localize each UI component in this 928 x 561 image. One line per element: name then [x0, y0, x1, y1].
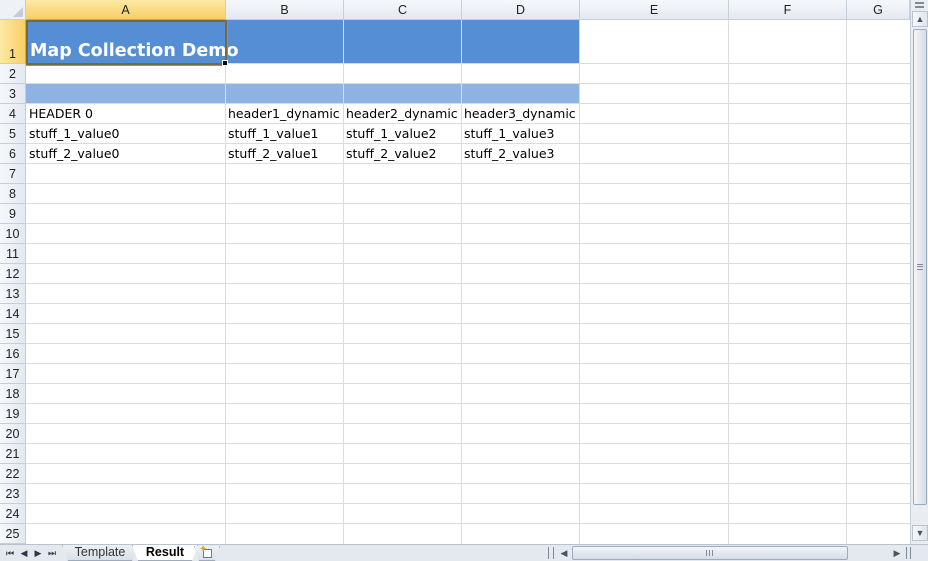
gridline — [26, 303, 910, 304]
gridline — [26, 343, 910, 344]
fill-handle[interactable] — [222, 60, 228, 66]
gridline — [26, 423, 910, 424]
row-header-24[interactable]: 24 — [0, 504, 26, 524]
cell-b5[interactable]: stuff_1_value1 — [225, 124, 343, 144]
first-sheet-button[interactable]: ⏮ — [4, 546, 16, 560]
gridline — [26, 523, 910, 524]
row-header-4[interactable]: 4 — [0, 104, 26, 124]
cell-c6[interactable]: stuff_2_value2 — [343, 144, 461, 164]
row-header-14[interactable]: 14 — [0, 304, 26, 324]
cell-a5[interactable]: stuff_1_value0 — [26, 124, 225, 144]
row-header-15[interactable]: 15 — [0, 324, 26, 344]
row-header-6[interactable]: 6 — [0, 144, 26, 164]
gridline — [225, 20, 226, 544]
row-header-23[interactable]: 23 — [0, 484, 26, 504]
row-header-17[interactable]: 17 — [0, 364, 26, 384]
insert-sheet-button[interactable]: ✦ — [194, 546, 220, 561]
cell-d4[interactable]: header3_dynamic — [461, 104, 591, 124]
gridline — [26, 203, 910, 204]
subtitle-band — [26, 84, 580, 103]
cell-b6[interactable]: stuff_2_value1 — [225, 144, 343, 164]
scroll-up-button[interactable]: ▲ — [912, 11, 928, 27]
gridline — [26, 243, 910, 244]
row-header-22[interactable]: 22 — [0, 464, 26, 484]
gridline — [26, 223, 910, 224]
vertical-split-handle[interactable] — [915, 2, 924, 8]
row-header-1[interactable]: 1 — [0, 20, 26, 64]
cell-d6[interactable]: stuff_2_value3 — [461, 144, 579, 164]
vertical-scroll-thumb[interactable] — [913, 29, 927, 505]
cell-a6[interactable]: stuff_2_value0 — [26, 144, 225, 164]
column-header-b[interactable]: B — [226, 0, 344, 20]
row-header-18[interactable]: 18 — [0, 384, 26, 404]
row-header-2[interactable]: 2 — [0, 64, 26, 84]
gridline — [26, 183, 910, 184]
column-header-g[interactable]: G — [847, 0, 910, 20]
scroll-right-button[interactable]: ▶ — [890, 546, 904, 560]
tab-result[interactable]: Result — [132, 545, 198, 561]
cell-d5[interactable]: stuff_1_value3 — [461, 124, 579, 144]
column-header-row: A B C D E F G — [0, 0, 910, 20]
gridline — [26, 463, 910, 464]
gridline — [846, 20, 847, 544]
gridline — [26, 263, 910, 264]
prev-sheet-button[interactable]: ◀ — [18, 546, 30, 560]
cell-c5[interactable]: stuff_1_value2 — [343, 124, 461, 144]
column-header-a[interactable]: A — [26, 0, 226, 20]
select-all-button[interactable] — [0, 0, 26, 20]
gridline — [461, 20, 462, 544]
tab-split-handle[interactable] — [548, 547, 554, 559]
tab-template[interactable]: Template — [62, 545, 138, 561]
gridline — [26, 443, 910, 444]
column-header-d[interactable]: D — [462, 0, 580, 20]
next-sheet-button[interactable]: ▶ — [32, 546, 44, 560]
gridline — [26, 283, 910, 284]
row-header-5[interactable]: 5 — [0, 124, 26, 144]
row-header-3[interactable]: 3 — [0, 84, 26, 104]
row-header-8[interactable]: 8 — [0, 184, 26, 204]
gridline — [26, 83, 910, 84]
column-header-c[interactable]: C — [344, 0, 462, 20]
cell-c4[interactable]: header2_dynamic — [343, 104, 461, 124]
scroll-down-button[interactable]: ▼ — [912, 525, 928, 541]
gridline — [26, 323, 910, 324]
row-header-11[interactable]: 11 — [0, 244, 26, 264]
row-header-13[interactable]: 13 — [0, 284, 26, 304]
row-header-20[interactable]: 20 — [0, 424, 26, 444]
cell-grid[interactable]: Map Collection Demo HEADER 0 header1_dyn… — [26, 20, 910, 544]
gridline — [26, 483, 910, 484]
grip-icon — [917, 264, 923, 270]
row-header-16[interactable]: 16 — [0, 344, 26, 364]
gridline — [728, 20, 729, 544]
sheet-tab-bar: ⏮ ◀ ▶ ⏭ Template Result ✦ ◀ ▶ — [0, 544, 928, 561]
gridline — [26, 363, 910, 364]
gridline — [26, 383, 910, 384]
sheet-title[interactable]: Map Collection Demo — [30, 40, 239, 62]
grip-icon — [917, 266, 923, 267]
row-header-21[interactable]: 21 — [0, 444, 26, 464]
row-header-25[interactable]: 25 — [0, 524, 26, 544]
gridline — [26, 63, 910, 64]
scroll-left-button[interactable]: ◀ — [557, 546, 571, 560]
horizontal-scroll-thumb[interactable] — [572, 546, 848, 560]
last-sheet-button[interactable]: ⏭ — [46, 546, 58, 560]
row-header-10[interactable]: 10 — [0, 224, 26, 244]
gridline — [26, 503, 910, 504]
vertical-scrollbar[interactable]: ▲ ▼ — [910, 0, 928, 544]
row-header-9[interactable]: 9 — [0, 204, 26, 224]
cell-b4[interactable]: header1_dynamic — [225, 104, 343, 124]
horizontal-split-handle[interactable] — [906, 547, 911, 559]
select-all-triangle — [13, 7, 23, 17]
grip-icon — [709, 550, 710, 556]
gridline — [26, 403, 910, 404]
gridline — [343, 20, 344, 544]
cell-a4[interactable]: HEADER 0 — [26, 104, 225, 124]
row-header-19[interactable]: 19 — [0, 404, 26, 424]
gridline — [579, 20, 580, 544]
new-sheet-icon: ✦ — [201, 548, 213, 558]
column-header-e[interactable]: E — [580, 0, 729, 20]
column-header-f[interactable]: F — [729, 0, 847, 20]
row-header-12[interactable]: 12 — [0, 264, 26, 284]
row-header-7[interactable]: 7 — [0, 164, 26, 184]
